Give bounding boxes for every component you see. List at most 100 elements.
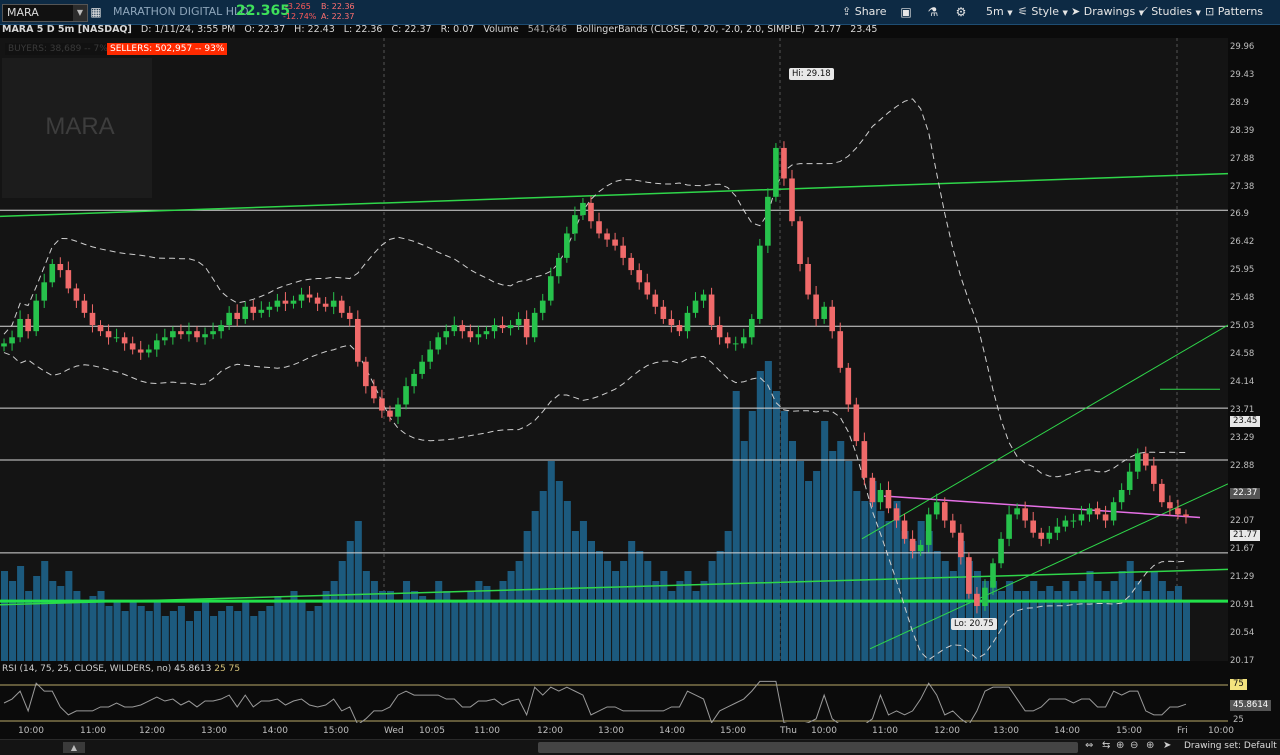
volume-bar [427, 601, 435, 661]
zoom-out-icon[interactable]: ⊖ [1130, 740, 1138, 751]
expand-icon[interactable]: ⇆ [1102, 740, 1110, 751]
volume-bar [756, 371, 764, 661]
price-axis[interactable]: 29.96 29.43 28.9 28.39 27.88 27.38 26.9 26.42 25… [1228, 38, 1280, 726]
time-tick-label: 14:00 [659, 726, 685, 736]
crosshair-icon[interactable]: ⊕ [1116, 740, 1124, 751]
collapse-up-icon[interactable]: ▲ [63, 742, 85, 753]
candle-body [740, 337, 747, 344]
volume-bar [973, 571, 981, 661]
volume-bar [129, 601, 137, 661]
candle-body [354, 318, 361, 362]
volume-bar [1182, 601, 1190, 661]
price-tick-label: 23.71 [1230, 404, 1255, 415]
candle-body [1167, 502, 1173, 509]
volume-bar [788, 441, 797, 661]
volume-bar [338, 561, 346, 661]
chevron-down-icon[interactable]: ▼ [73, 5, 87, 21]
candle-body [692, 300, 699, 313]
volume-bar [813, 471, 821, 661]
volume-bar [596, 551, 604, 661]
candle-body [652, 294, 659, 307]
candle-body [556, 257, 562, 277]
candle-body [113, 337, 120, 339]
time-tick-label: Thu [780, 726, 797, 736]
volume-bar [65, 571, 73, 661]
volume-bar [298, 601, 306, 661]
time-axis[interactable]: 10:00 11:00 12:00 13:00 14:00 15:00 Wed 10:05 11… [0, 723, 1280, 739]
candle-body [1078, 514, 1085, 521]
candle-body [1110, 502, 1117, 521]
candle-body [515, 318, 522, 326]
volume-bar [941, 561, 949, 661]
candle-body [57, 263, 64, 271]
candle-body [258, 309, 265, 313]
candle-body [877, 489, 884, 503]
candle-body [1038, 532, 1045, 539]
candle-body [467, 331, 474, 338]
volume-bar [330, 581, 338, 661]
change-value: -3.265 [285, 2, 311, 11]
volume-bar [845, 461, 853, 661]
time-tick-label: 15:00 [323, 726, 349, 736]
patterns-button[interactable]: ⊡ Patterns [1205, 3, 1263, 21]
candle-body [314, 297, 321, 304]
candle-body [250, 306, 257, 313]
candle-body [338, 300, 345, 313]
volume-bar [193, 611, 202, 661]
volume-bar [660, 571, 668, 661]
symbol-input[interactable]: MARA ▼ [2, 4, 88, 22]
price-tick-label: 20.91 [1230, 600, 1255, 610]
candle-body [724, 337, 731, 344]
scroll-arrows-icon[interactable]: ⇔ [1085, 740, 1093, 751]
candle-body [363, 361, 369, 387]
cursor-icon[interactable]: ➤ [1163, 740, 1171, 751]
drawings-button[interactable]: ➤ Drawings ▼ [1071, 3, 1144, 21]
volume-bar [531, 511, 539, 661]
flask-icon[interactable]: ⚗ [925, 3, 941, 21]
drawings-label: Drawings [1083, 5, 1136, 18]
candle-body [121, 337, 128, 344]
price-tick-label: 26.42 [1230, 237, 1255, 248]
timeframe-button[interactable]: 5m ▼ [986, 3, 1013, 21]
style-button[interactable]: ⚟ Style ▼ [1018, 3, 1068, 21]
volume-bar [780, 411, 788, 661]
time-scrollbar[interactable] [538, 742, 1078, 753]
candle-body [1102, 514, 1109, 521]
volume-bar [57, 586, 65, 661]
volume-bar [861, 501, 869, 661]
grid-icon[interactable]: ▦ [90, 3, 102, 21]
low-annotation: Lo: 20.75 [951, 618, 997, 630]
candle-body [9, 337, 15, 344]
candle-body [958, 532, 964, 558]
candle-body [523, 318, 530, 338]
volume-bar [949, 571, 957, 661]
candle-body [411, 373, 417, 387]
price-chart[interactable]: MARA [0, 38, 1228, 661]
candle-body [218, 325, 224, 332]
candle-body [893, 508, 900, 521]
candle-body [580, 202, 586, 216]
candle-body [821, 306, 827, 319]
zoom-in-icon[interactable]: ⊕ [1146, 740, 1154, 751]
volume-bar [732, 391, 740, 661]
change-percent: -12.74% [283, 12, 317, 21]
candle-body [1054, 526, 1061, 533]
time-tick-label: 11:00 [872, 726, 898, 736]
candle-body [1014, 508, 1020, 515]
candle-body [379, 398, 385, 411]
volume-bar [1118, 571, 1126, 661]
share-button[interactable]: ⇪ Share [842, 3, 886, 21]
volume-bar [877, 511, 885, 661]
candle-body [612, 239, 618, 246]
volume-bar [740, 441, 748, 661]
candle-body [1183, 514, 1189, 517]
candle-body [1086, 508, 1093, 515]
volume-bar [539, 491, 547, 661]
studies-icon: ⟋ [1140, 5, 1148, 18]
studies-button[interactable]: ⟋ Studies ▼ [1140, 3, 1201, 21]
candle-body [129, 343, 136, 350]
volume-bar [459, 601, 467, 661]
candle-body [41, 282, 48, 301]
gear-icon[interactable]: ⚙ [953, 3, 969, 21]
screenshot-icon[interactable]: ▣ [898, 3, 914, 21]
